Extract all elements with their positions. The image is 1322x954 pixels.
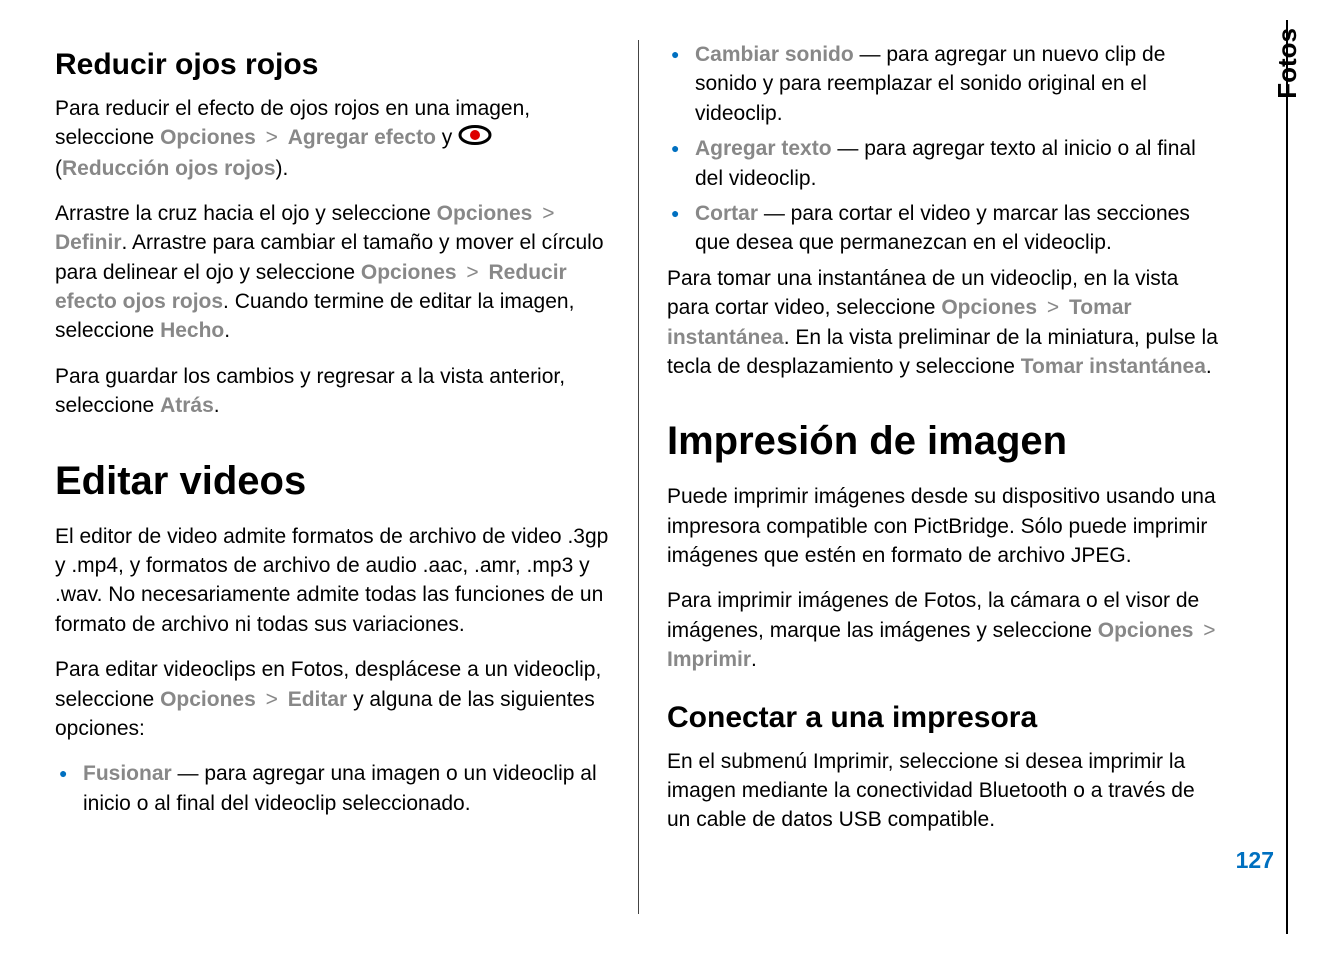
red-eye-icon: [458, 124, 492, 153]
para-video-formats: El editor de video admite formatos de ar…: [55, 522, 610, 640]
menu-tomar-instantanea: Tomar instantánea: [1021, 355, 1206, 378]
menu-imprimir: Imprimir: [667, 648, 751, 671]
list-item: Cortar — para cortar el video y marcar l…: [667, 199, 1222, 258]
text: Arrastre la cruz hacia el ojo y seleccio…: [55, 202, 437, 225]
list-item: Agregar texto — para agregar texto al in…: [667, 134, 1222, 193]
page-number: 127: [1236, 847, 1274, 874]
para-red-eye-save: Para guardar los cambios y regresar a la…: [55, 362, 610, 421]
text: Para guardar los cambios y regresar a la…: [55, 365, 565, 417]
text: .: [214, 394, 220, 417]
text: (: [55, 157, 62, 180]
right-column: Cambiar sonido — para agregar un nuevo c…: [638, 40, 1222, 914]
menu-atras: Atrás: [160, 394, 214, 417]
list-item: Fusionar — para agregar una imagen o un …: [55, 759, 610, 818]
breadcrumb-sep: >: [262, 126, 282, 149]
para-connect-printer: En el submenú Imprimir, seleccione si de…: [667, 747, 1222, 835]
heading-connect-printer: Conectar a una impresora: [667, 701, 1222, 735]
breadcrumb-sep: >: [538, 202, 558, 225]
breadcrumb-sep: >: [262, 688, 282, 711]
menu-opciones: Opciones: [160, 688, 256, 711]
text: .: [224, 319, 230, 342]
para-red-eye-intro: Para reducir el efecto de ojos rojos en …: [55, 94, 610, 183]
menu-opciones: Opciones: [941, 296, 1037, 319]
menu-editar: Editar: [288, 688, 348, 711]
video-edit-options-list: Fusionar — para agregar una imagen o un …: [55, 759, 610, 818]
heading-reduce-red-eye: Reducir ojos rojos: [55, 48, 610, 82]
section-tab: Fotos: [1272, 28, 1303, 99]
page-columns: Reducir ojos rojos Para reducir el efect…: [55, 40, 1222, 914]
option-cortar: Cortar: [695, 202, 758, 225]
heading-edit-videos: Editar videos: [55, 459, 610, 504]
option-agregar-texto: Agregar texto: [695, 137, 832, 160]
para-red-eye-steps: Arrastre la cruz hacia el ojo y seleccio…: [55, 199, 610, 346]
para-print-intro: Puede imprimir imágenes desde su disposi…: [667, 482, 1222, 570]
list-item: Cambiar sonido — para agregar un nuevo c…: [667, 40, 1222, 128]
heading-image-printing: Impresión de imagen: [667, 419, 1222, 464]
left-column: Reducir ojos rojos Para reducir el efect…: [55, 40, 638, 914]
para-video-edit-intro: Para editar videoclips en Fotos, desplác…: [55, 655, 610, 743]
breadcrumb-sep: >: [462, 261, 482, 284]
menu-definir: Definir: [55, 231, 122, 254]
side-rule: [1286, 20, 1288, 934]
menu-opciones: Opciones: [1098, 619, 1194, 642]
breadcrumb-sep: >: [1043, 296, 1063, 319]
menu-agregar-efecto: Agregar efecto: [288, 126, 436, 149]
text: .: [1206, 355, 1212, 378]
text: .: [751, 648, 757, 671]
menu-opciones: Opciones: [361, 261, 457, 284]
text: — para cortar el video y marcar las secc…: [695, 202, 1190, 254]
menu-opciones: Opciones: [160, 126, 256, 149]
text: ).: [276, 157, 289, 180]
menu-reduccion-ojos-rojos: Reducción ojos rojos: [62, 157, 276, 180]
video-edit-options-list-cont: Cambiar sonido — para agregar un nuevo c…: [667, 40, 1222, 258]
option-fusionar: Fusionar: [83, 762, 172, 785]
menu-hecho: Hecho: [160, 319, 224, 342]
menu-opciones: Opciones: [437, 202, 533, 225]
para-snapshot: Para tomar una instantánea de un videocl…: [667, 264, 1222, 382]
option-cambiar-sonido: Cambiar sonido: [695, 43, 854, 66]
breadcrumb-sep: >: [1199, 619, 1219, 642]
text: y: [442, 126, 458, 149]
para-print-steps: Para imprimir imágenes de Fotos, la cáma…: [667, 586, 1222, 674]
